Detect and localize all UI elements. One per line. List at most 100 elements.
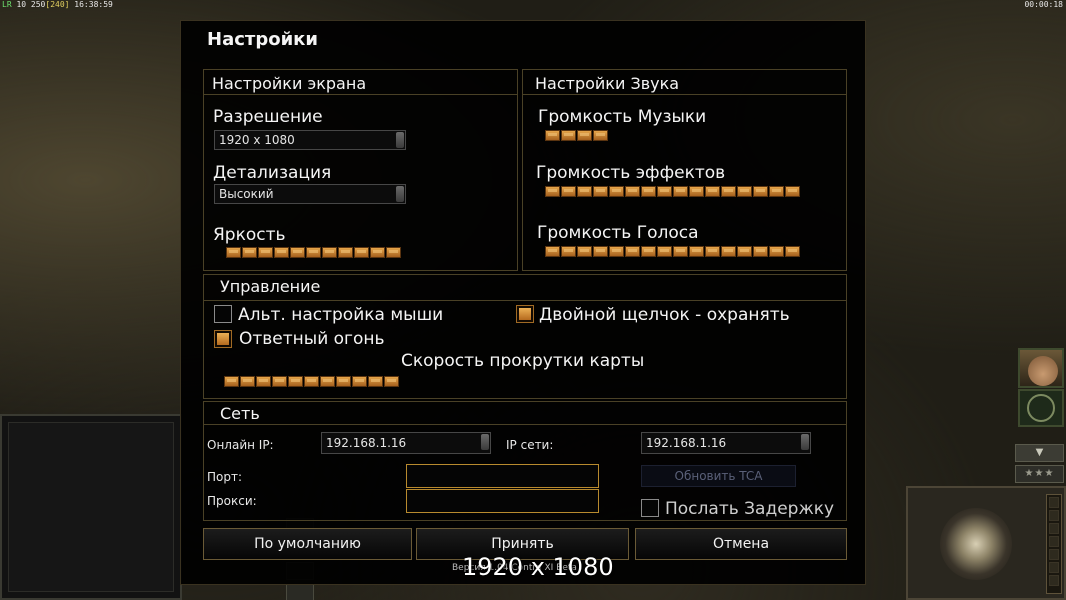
- slider-segment: [384, 376, 399, 387]
- slider-segment: [304, 376, 319, 387]
- slider-segment: [561, 246, 576, 257]
- slider-segment: [242, 247, 257, 258]
- minimap-panel: [0, 414, 182, 600]
- slider-segment: [370, 247, 385, 258]
- alt-mouse-label: Альт. настройка мыши: [238, 305, 444, 325]
- music-volume-label: Громкость Музыки: [538, 107, 707, 127]
- slider-segment: [593, 130, 608, 141]
- brightness-slider[interactable]: [226, 247, 404, 258]
- voice-volume-slider[interactable]: [545, 246, 803, 257]
- slider-segment: [274, 247, 289, 258]
- slider-segment: [386, 247, 401, 258]
- slider-segment: [657, 186, 672, 197]
- slider-segment: [705, 186, 720, 197]
- effects-volume-label: Громкость эффектов: [536, 163, 726, 183]
- dropdown-scroll-handle[interactable]: [481, 434, 489, 450]
- slider-segment: [769, 246, 784, 257]
- fps-counter: LR 10 250[240] 16:38:59: [2, 0, 113, 9]
- port-input[interactable]: [406, 464, 599, 488]
- slider-segment: [705, 246, 720, 257]
- chevron-down-icon[interactable]: ▼: [1015, 444, 1064, 462]
- slider-segment: [352, 376, 367, 387]
- proxy-input[interactable]: [406, 489, 599, 513]
- return-fire-checkbox[interactable]: [214, 330, 232, 348]
- game-timer: 00:00:18: [1024, 0, 1063, 9]
- slider-segment: [368, 376, 383, 387]
- slider-segment: [577, 186, 592, 197]
- slider-segment: [240, 376, 255, 387]
- effects-volume-slider[interactable]: [545, 186, 803, 197]
- cancel-button[interactable]: Отмена: [635, 528, 847, 560]
- sound-settings-title: Настройки Звука: [535, 74, 680, 93]
- options-dialog: Настройки Настройки экрана Разрешение 19…: [180, 20, 866, 585]
- sound-settings-panel: Настройки Звука Громкость Музыки Громкос…: [522, 69, 847, 271]
- screen-settings-panel: Настройки экрана Разрешение 1920 x 1080 …: [203, 69, 518, 271]
- slider-segment: [689, 186, 704, 197]
- send-delay-checkbox[interactable]: [641, 499, 659, 517]
- proxy-label: Прокси:: [207, 494, 257, 508]
- slider-segment: [673, 186, 688, 197]
- online-ip-label: Онлайн IP:: [207, 438, 274, 452]
- music-volume-slider[interactable]: [545, 130, 611, 141]
- slider-segment: [785, 246, 800, 257]
- slider-segment: [258, 247, 273, 258]
- resolution-label: Разрешение: [213, 107, 323, 127]
- refresh-tca-button[interactable]: Обновить TCA: [641, 465, 796, 487]
- network-panel: Сеть Онлайн IP: 192.168.1.16 IP сети: 19…: [203, 401, 847, 521]
- slider-segment: [689, 246, 704, 257]
- slider-segment: [290, 247, 305, 258]
- slider-segment: [609, 246, 624, 257]
- slider-segment: [224, 376, 239, 387]
- slider-segment: [673, 246, 688, 257]
- slider-segment: [593, 246, 608, 257]
- defaults-button[interactable]: По умолчанию: [203, 528, 412, 560]
- slider-segment: [769, 186, 784, 197]
- resolution-overlay: 1920 x 1080: [462, 553, 614, 581]
- dropdown-scroll-handle[interactable]: [801, 434, 809, 450]
- slider-segment: [336, 376, 351, 387]
- command-emblem-panel: [906, 486, 1066, 600]
- voice-volume-label: Громкость Голоса: [537, 223, 699, 243]
- slider-segment: [256, 376, 271, 387]
- controls-panel: Управление Альт. настройка мыши Двойной …: [203, 274, 847, 399]
- return-fire-label: Ответный огонь: [239, 329, 385, 349]
- slider-segment: [721, 186, 736, 197]
- lan-ip-dropdown[interactable]: 192.168.1.16: [641, 432, 811, 454]
- slider-segment: [561, 130, 576, 141]
- general-portrait[interactable]: [1018, 348, 1064, 388]
- double-click-guard-checkbox[interactable]: [516, 305, 534, 323]
- rank-stars-icon: ★★★: [1015, 465, 1064, 483]
- double-click-guard-label: Двойной щелчок - охранять: [539, 305, 790, 325]
- slider-segment: [753, 246, 768, 257]
- slider-segment: [338, 247, 353, 258]
- send-delay-label: Послать Задержку: [665, 499, 835, 519]
- slider-segment: [593, 186, 608, 197]
- scroll-speed-slider[interactable]: [224, 376, 402, 387]
- online-ip-dropdown[interactable]: 192.168.1.16: [321, 432, 491, 454]
- slider-segment: [306, 247, 321, 258]
- slider-segment: [545, 246, 560, 257]
- slider-segment: [625, 186, 640, 197]
- port-label: Порт:: [207, 470, 243, 484]
- slider-segment: [721, 246, 736, 257]
- slider-segment: [545, 186, 560, 197]
- slider-segment: [288, 376, 303, 387]
- slider-segment: [641, 186, 656, 197]
- slider-segment: [625, 246, 640, 257]
- slider-segment: [272, 376, 287, 387]
- network-title: Сеть: [220, 404, 260, 423]
- alt-mouse-checkbox[interactable]: [214, 305, 232, 323]
- dropdown-scroll-handle[interactable]: [396, 186, 404, 202]
- slider-segment: [737, 246, 752, 257]
- faction-emblem-icon: [940, 508, 1012, 580]
- screen-settings-title: Настройки экрана: [212, 74, 367, 93]
- power-bar: [1046, 494, 1062, 594]
- slider-segment: [577, 130, 592, 141]
- slider-segment: [753, 186, 768, 197]
- slider-segment: [737, 186, 752, 197]
- dropdown-scroll-handle[interactable]: [396, 132, 404, 148]
- resolution-dropdown[interactable]: 1920 x 1080: [214, 130, 406, 150]
- detail-dropdown[interactable]: Высокий: [214, 184, 406, 204]
- radar-icon[interactable]: [1018, 389, 1064, 427]
- slider-segment: [320, 376, 335, 387]
